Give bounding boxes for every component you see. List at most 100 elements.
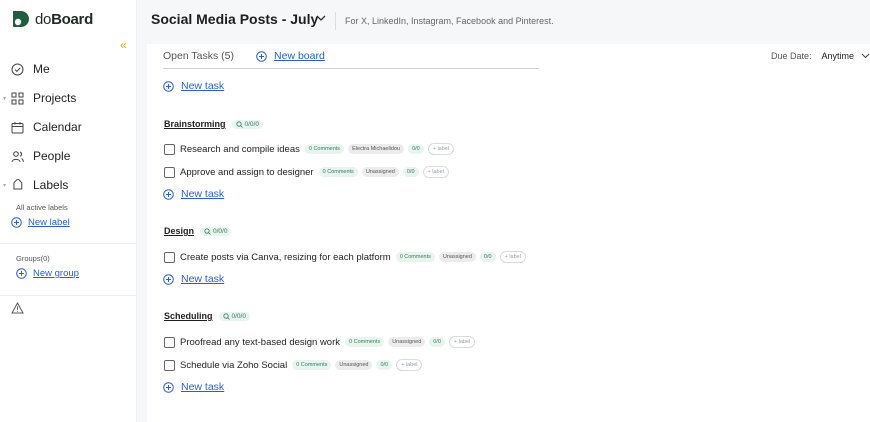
- new-label-link[interactable]: New label: [11, 217, 70, 228]
- plus-circle-icon: [11, 217, 22, 228]
- task-row: Approve and assign to designer 0 Comment…: [164, 165, 453, 179]
- plus-circle-icon: [163, 80, 174, 92]
- subtask-ratio-badge: 0/0: [408, 144, 424, 154]
- sidebar-divider: [0, 243, 137, 244]
- logo-text: doBoard: [35, 10, 93, 28]
- task-row: Proofread any text-based design work 0 C…: [164, 335, 479, 349]
- add-label-button[interactable]: + label: [427, 143, 455, 155]
- header-divider: [335, 12, 336, 30]
- new-task-button[interactable]: New task: [163, 80, 224, 92]
- search-icon: [222, 312, 230, 320]
- chevron-down-icon: [861, 53, 870, 59]
- task-panel: Open Tasks (5) New board Due Date: Anyti…: [147, 44, 870, 422]
- group-count-badge: 0/0/0: [200, 226, 232, 236]
- grid-icon: [11, 92, 24, 104]
- search-icon: [204, 227, 211, 235]
- board-tabs: Open Tasks (5) New board: [163, 50, 325, 62]
- chevron-down-icon[interactable]: [316, 15, 326, 22]
- new-board-text: New board: [274, 50, 325, 62]
- sidebar: doBoard « Me ▾ Projects Calendar People …: [0, 0, 137, 422]
- group-count-badge: 0/0/0: [218, 311, 250, 321]
- doboard-logo[interactable]: doBoard: [11, 9, 93, 29]
- expand-caret-icon[interactable]: ▾: [3, 95, 6, 102]
- logo-icon: [13, 11, 29, 27]
- assignee-badge[interactable]: Electra Michaelidou: [348, 144, 405, 154]
- sidebar-item-label: People: [33, 149, 71, 163]
- group-header-design: Design 0/0/0: [164, 226, 232, 236]
- assignee-badge[interactable]: Unassigned: [438, 252, 476, 262]
- new-board-button[interactable]: New board: [256, 50, 325, 62]
- task-name[interactable]: Approve and assign to designer: [180, 167, 314, 178]
- comments-badge[interactable]: 0 Comments: [395, 252, 435, 262]
- task-row: Schedule via Zoho Social 0 Comments Unas…: [164, 358, 426, 372]
- sidebar-item-labels[interactable]: Labels: [11, 175, 68, 195]
- add-label-button[interactable]: + label: [499, 251, 526, 263]
- sidebar-item-people[interactable]: People: [11, 146, 70, 166]
- task-checkbox[interactable]: [164, 359, 175, 371]
- group-title[interactable]: Brainstorming: [164, 119, 226, 129]
- tab-open-tasks[interactable]: Open Tasks (5): [163, 50, 234, 62]
- comments-badge[interactable]: 0 Comments: [318, 167, 358, 177]
- new-task-button[interactable]: New task: [163, 188, 224, 200]
- app-window: doBoard « Me ▾ Projects Calendar People …: [0, 0, 870, 422]
- labels-caption: All active labels: [16, 203, 68, 212]
- task-name[interactable]: Research and compile ideas: [180, 144, 300, 155]
- task-row: Create posts via Canva, resizing for eac…: [164, 250, 530, 264]
- new-task-button[interactable]: New task: [163, 273, 224, 285]
- task-name[interactable]: Schedule via Zoho Social: [180, 360, 287, 371]
- sidebar-item-projects[interactable]: Projects: [11, 88, 76, 108]
- assignee-badge[interactable]: Unassigned: [335, 360, 373, 370]
- task-name[interactable]: Create posts via Canva, resizing for eac…: [180, 252, 391, 263]
- add-label-button[interactable]: + label: [396, 359, 423, 371]
- comments-badge[interactable]: 0 Comments: [292, 360, 332, 370]
- due-date-filter[interactable]: Due Date: Anytime: [771, 51, 870, 61]
- sidebar-divider: [0, 295, 137, 296]
- search-icon: [235, 120, 243, 128]
- comments-badge[interactable]: 0 Comments: [304, 144, 345, 154]
- new-task-text: New task: [181, 273, 225, 285]
- sidebar-item-label: Labels: [33, 178, 69, 192]
- new-label-text: New label: [28, 217, 70, 228]
- new-task-text: New task: [181, 381, 225, 393]
- groups-caption: Groups(0): [16, 254, 50, 263]
- group-title[interactable]: Design: [164, 226, 194, 236]
- new-task-text: New task: [181, 80, 225, 92]
- due-date-label: Due Date:: [770, 51, 812, 61]
- task-checkbox[interactable]: [164, 143, 175, 155]
- plus-circle-icon: [163, 188, 174, 200]
- warning-icon[interactable]: [11, 302, 24, 314]
- collapse-sidebar-icon[interactable]: «: [120, 38, 127, 52]
- add-label-button[interactable]: + label: [422, 166, 449, 178]
- plus-circle-icon: [256, 50, 267, 62]
- comments-badge[interactable]: 0 Comments: [345, 337, 385, 347]
- people-icon: [11, 150, 24, 162]
- group-header-brainstorming: Brainstorming 0/0/0: [164, 119, 263, 129]
- group-header-scheduling: Scheduling 0/0/0: [164, 311, 250, 321]
- subtask-ratio-badge: 0/0: [429, 337, 445, 347]
- task-checkbox[interactable]: [164, 251, 175, 263]
- board-subtitle: For X, LinkedIn, Instagram, Facebook and…: [345, 16, 554, 26]
- sidebar-item-calendar[interactable]: Calendar: [11, 117, 82, 137]
- new-group-text: New group: [33, 268, 79, 279]
- board-title[interactable]: Social Media Posts - July: [151, 11, 318, 27]
- due-date-value: Anytime: [821, 51, 854, 61]
- tabs-underline: [163, 68, 539, 69]
- group-title[interactable]: Scheduling: [164, 311, 213, 321]
- sidebar-item-me[interactable]: Me: [11, 59, 50, 79]
- new-task-text: New task: [181, 188, 225, 200]
- calendar-icon: [11, 121, 24, 133]
- expand-caret-icon[interactable]: ▾: [3, 182, 6, 189]
- subtask-ratio-badge: 0/0: [479, 252, 496, 262]
- task-checkbox[interactable]: [164, 336, 175, 348]
- task-checkbox[interactable]: [164, 166, 175, 178]
- task-name[interactable]: Proofread any text-based design work: [180, 337, 340, 348]
- new-task-button[interactable]: New task: [163, 381, 224, 393]
- assignee-badge[interactable]: Unassigned: [388, 337, 426, 347]
- assignee-badge[interactable]: Unassigned: [361, 167, 399, 177]
- new-group-link[interactable]: New group: [16, 268, 79, 279]
- plus-circle-icon: [163, 381, 174, 393]
- subtask-ratio-badge: 0/0: [376, 360, 393, 370]
- task-row: Research and compile ideas 0 Comments El…: [164, 142, 458, 156]
- plus-circle-icon: [16, 268, 27, 279]
- add-label-button[interactable]: + label: [448, 336, 476, 348]
